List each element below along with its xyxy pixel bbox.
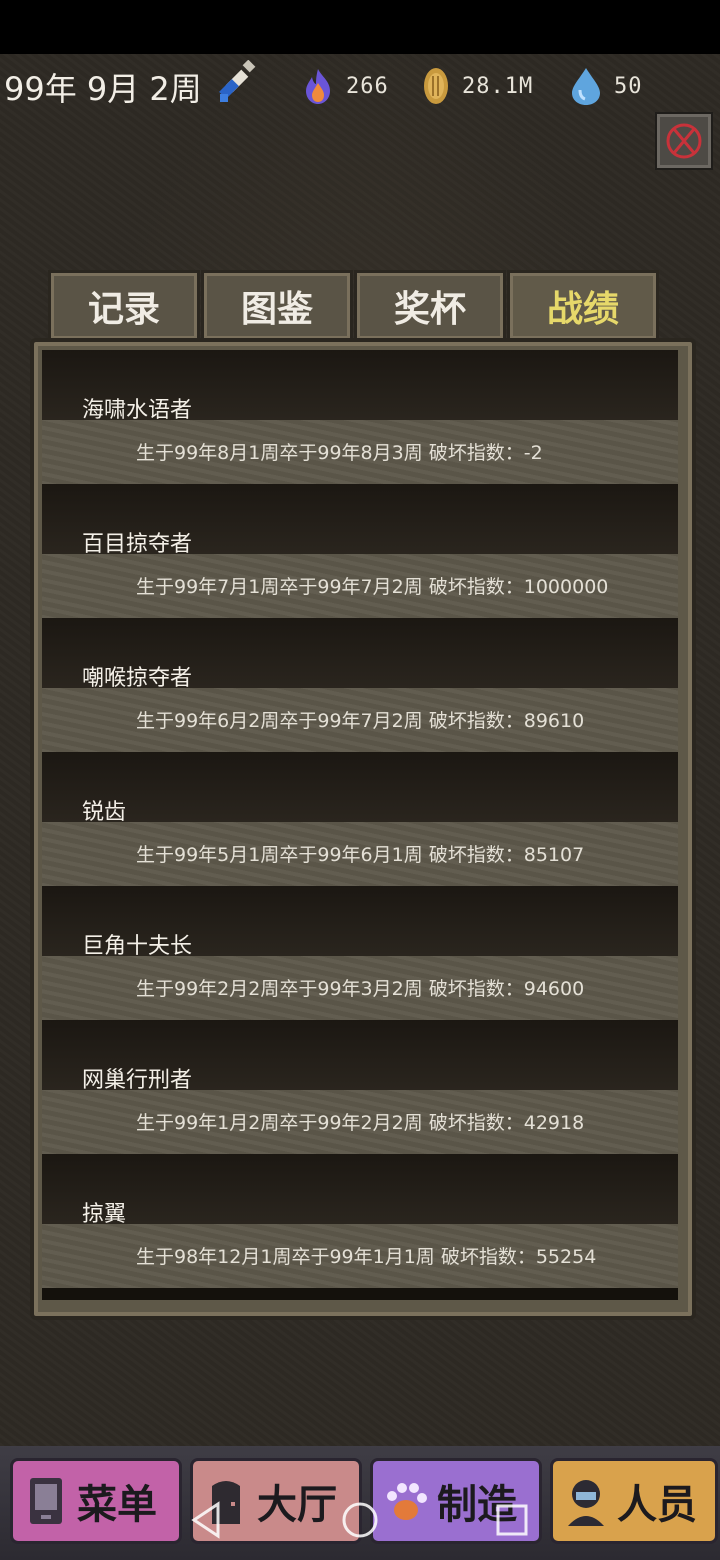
record-name: 百目掠夺者 [82,532,193,557]
record-name: 嘲喉掠夺者 [82,666,193,691]
tablet-icon [23,1474,69,1528]
home-icon[interactable] [340,1500,380,1540]
flame-resource: 266 [302,68,389,104]
record-row: 锐齿 生于99年5月1周卒于99年6月1周 破坏指数：85107 [42,752,678,886]
record-info: 生于99年1月2周卒于99年2月2周 破坏指数：42918 [136,1112,585,1134]
record-name: 网巢行刑者 [82,1068,193,1093]
nav-hall-label: 大厅 [257,1482,337,1528]
flame-icon [306,69,330,104]
water-value: 50 [614,73,643,99]
person-icon [563,1474,609,1528]
nav-staff-button[interactable]: 人员 [550,1458,718,1544]
record-info: 生于98年12月1周卒于99年1月1周 破坏指数：55254 [136,1246,597,1268]
recents-icon[interactable] [494,1500,530,1540]
record-row: 网巢行刑者 生于99年1月2周卒于99年2月2周 破坏指数：42918 [42,1020,678,1154]
date-label: 99年 9月 2周 [4,70,202,108]
record-name: 锐齿 [82,800,127,825]
record-row: 巨角十夫长 生于99年2月2周卒于99年3月2周 破坏指数：94600 [42,886,678,1020]
close-icon [666,123,702,159]
top-resource-bar: 99年 9月 2周 266 28.1M 50 [0,58,720,110]
record-info: 生于99年8月1周卒于99年8月3周 破坏指数：-2 [136,442,543,464]
record-name: 海啸水语者 [82,398,193,423]
nav-menu-label: 菜单 [77,1482,157,1528]
paw-icon [383,1474,429,1528]
record-name: 掠翼 [82,1202,127,1227]
records-list[interactable]: 海啸水语者 生于99年8月1周卒于99年8月3周 破坏指数：-2 百目掠夺者 生… [42,350,678,1300]
record-info: 生于99年5月1周卒于99年6月1周 破坏指数：85107 [136,844,585,866]
record-row: 百目掠夺者 生于99年7月1周卒于99年7月2周 破坏指数：1000000 [42,484,678,618]
coin-value: 28.1M [462,73,534,99]
tab-codex[interactable]: 图鉴 [201,270,353,339]
status-bar [0,0,720,54]
water-resource: 50 [570,68,643,105]
close-button[interactable] [655,112,713,170]
nav-menu-button[interactable]: 菜单 [10,1458,182,1544]
tab-trophies[interactable]: 奖杯 [354,270,506,339]
record-row: 嘲喉掠夺者 生于99年6月2周卒于99年7月2周 破坏指数：89610 [42,618,678,752]
nav-staff-label: 人员 [617,1482,697,1528]
record-name: 巨角十夫长 [82,934,193,959]
coin-resource: 28.1M [422,68,533,104]
water-drop-icon [572,68,600,105]
record-row: 掠翼 生于98年12月1周卒于99年1月1周 破坏指数：55254 [42,1154,678,1288]
tab-records[interactable]: 记录 [48,270,200,339]
record-info: 生于99年2月2周卒于99年3月2周 破坏指数：94600 [136,978,585,1000]
record-row: 海啸水语者 生于99年8月1周卒于99年8月3周 破坏指数：-2 [42,350,678,484]
potion-icon [219,60,256,102]
back-icon[interactable] [188,1500,224,1540]
record-info: 生于99年7月1周卒于99年7月2周 破坏指数：1000000 [136,576,609,598]
tab-battle-record[interactable]: 战绩 [507,270,659,339]
record-info: 生于99年6月2周卒于99年7月2周 破坏指数：89610 [136,710,585,732]
coin-icon [424,68,448,104]
flame-value: 266 [346,73,389,99]
